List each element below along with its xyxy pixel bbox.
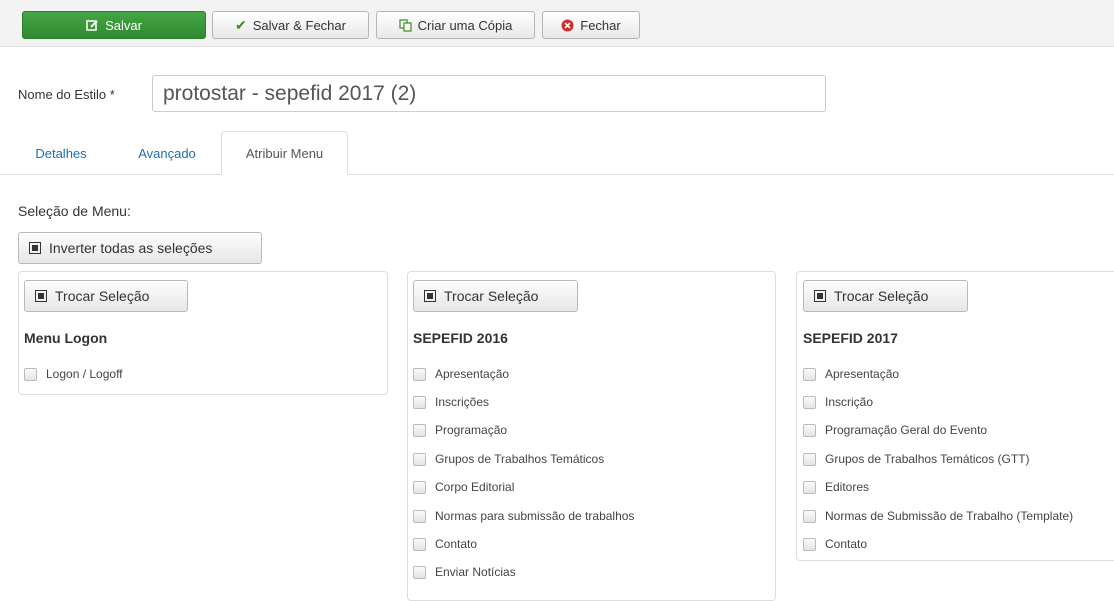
- menu-selection-label: Seleção de Menu:: [18, 203, 131, 219]
- menu-item[interactable]: Grupos de Trabalhos Temáticos (GTT): [803, 451, 1030, 467]
- menu-item-label: Enviar Notícias: [435, 565, 516, 579]
- menu-title: Menu Logon: [24, 330, 108, 346]
- checkbox[interactable]: [803, 395, 816, 409]
- copy-button[interactable]: Criar uma Cópia: [376, 11, 535, 39]
- menu-item[interactable]: Apresentação: [803, 366, 899, 382]
- checkbox[interactable]: [413, 565, 426, 579]
- menu-item-label: Grupos de Trabalhos Temáticos (GTT): [825, 452, 1030, 466]
- toggle-square-icon: [35, 290, 47, 302]
- edit-icon: [86, 19, 99, 32]
- menu-title: SEPEFID 2017: [803, 330, 898, 346]
- menu-item[interactable]: Grupos de Trabalhos Temáticos: [413, 451, 604, 467]
- checkbox[interactable]: [24, 367, 37, 381]
- style-name-label: Nome do Estilo *: [18, 87, 115, 102]
- menu-item-label: Apresentação: [825, 367, 900, 381]
- checkbox[interactable]: [413, 509, 426, 523]
- tab-assign-menu[interactable]: Atribuir Menu: [221, 131, 348, 175]
- toggle-selection-label: Trocar Seleção: [444, 288, 539, 304]
- toggle-selection-button[interactable]: Trocar Seleção: [24, 280, 188, 312]
- menu-item-label: Inscrição: [825, 395, 874, 409]
- checkbox[interactable]: [803, 509, 816, 523]
- checkbox[interactable]: [803, 423, 816, 437]
- menu-item[interactable]: Programação: [413, 422, 507, 438]
- save-close-label: Salvar & Fechar: [252, 17, 346, 33]
- menu-item[interactable]: Programação Geral do Evento: [803, 422, 987, 438]
- checkbox[interactable]: [413, 537, 426, 551]
- checkbox[interactable]: [413, 423, 426, 437]
- tab-advanced[interactable]: Avançado: [118, 131, 216, 175]
- close-circle-icon: [561, 19, 574, 32]
- checkbox[interactable]: [803, 452, 816, 466]
- checkbox[interactable]: [413, 395, 426, 409]
- checkbox[interactable]: [413, 367, 426, 381]
- menu-item[interactable]: Contato: [413, 536, 477, 552]
- menu-item-label: Normas para submissão de trabalhos: [435, 509, 635, 523]
- menu-item-label: Editores: [825, 480, 870, 494]
- checkbox[interactable]: [413, 480, 426, 494]
- save-label: Salvar: [105, 17, 142, 33]
- menu-item-label: Contato: [825, 537, 868, 551]
- checkbox[interactable]: [803, 367, 816, 381]
- menu-item-label: Inscrições: [435, 395, 490, 409]
- menu-item[interactable]: Corpo Editorial: [413, 479, 514, 495]
- style-name-input[interactable]: protostar - sepefid 2017 (2): [152, 75, 826, 112]
- toggle-selection-button[interactable]: Trocar Seleção: [803, 280, 968, 312]
- checkbox[interactable]: [803, 480, 816, 494]
- toggle-square-icon: [29, 242, 41, 254]
- tab-details[interactable]: Detalhes: [18, 131, 104, 175]
- checkbox[interactable]: [413, 452, 426, 466]
- menu-item[interactable]: Inscrição: [803, 394, 873, 410]
- toggle-square-icon: [814, 290, 826, 302]
- menu-item-label: Grupos de Trabalhos Temáticos: [435, 452, 605, 466]
- menu-item[interactable]: Normas para submissão de trabalhos: [413, 508, 634, 524]
- toggle-selection-label: Trocar Seleção: [834, 288, 929, 304]
- menu-item[interactable]: Inscrições: [413, 394, 489, 410]
- menu-item-label: Programação Geral do Evento: [825, 423, 988, 437]
- toggle-selection-label: Trocar Seleção: [55, 288, 150, 304]
- menu-item-label: Corpo Editorial: [435, 480, 515, 494]
- toggle-selection-button[interactable]: Trocar Seleção: [413, 280, 578, 312]
- menu-item[interactable]: Logon / Logoff: [24, 366, 123, 382]
- close-button[interactable]: Fechar: [542, 11, 640, 39]
- menu-item-label: Programação: [435, 423, 508, 437]
- save-close-button[interactable]: ✔ Salvar & Fechar: [212, 11, 369, 39]
- invert-all-label: Inverter todas as seleções: [49, 240, 213, 256]
- check-icon: ✔: [235, 17, 247, 33]
- copy-label: Criar uma Cópia: [417, 17, 513, 33]
- invert-all-button[interactable]: Inverter todas as seleções: [18, 232, 262, 264]
- menu-item-label: Normas de Submissão de Trabalho (Templat…: [825, 509, 1074, 523]
- menu-item[interactable]: Editores: [803, 479, 869, 495]
- toolbar: Salvar ✔ Salvar & Fechar Criar uma Cópia…: [0, 0, 1114, 47]
- menu-item-label: Logon / Logoff: [46, 367, 123, 381]
- checkbox[interactable]: [803, 537, 816, 551]
- close-label: Fechar: [580, 17, 621, 33]
- menu-item-label: Apresentação: [435, 367, 510, 381]
- menu-item[interactable]: Normas de Submissão de Trabalho (Templat…: [803, 508, 1073, 524]
- menu-title: SEPEFID 2016: [413, 330, 508, 346]
- save-button[interactable]: Salvar: [22, 11, 206, 39]
- menu-item[interactable]: Contato: [803, 536, 867, 552]
- toggle-square-icon: [424, 290, 436, 302]
- menu-item[interactable]: Apresentação: [413, 366, 509, 382]
- copy-icon: [399, 18, 412, 32]
- menu-item-label: Contato: [435, 537, 478, 551]
- menu-item[interactable]: Enviar Notícias: [413, 564, 516, 580]
